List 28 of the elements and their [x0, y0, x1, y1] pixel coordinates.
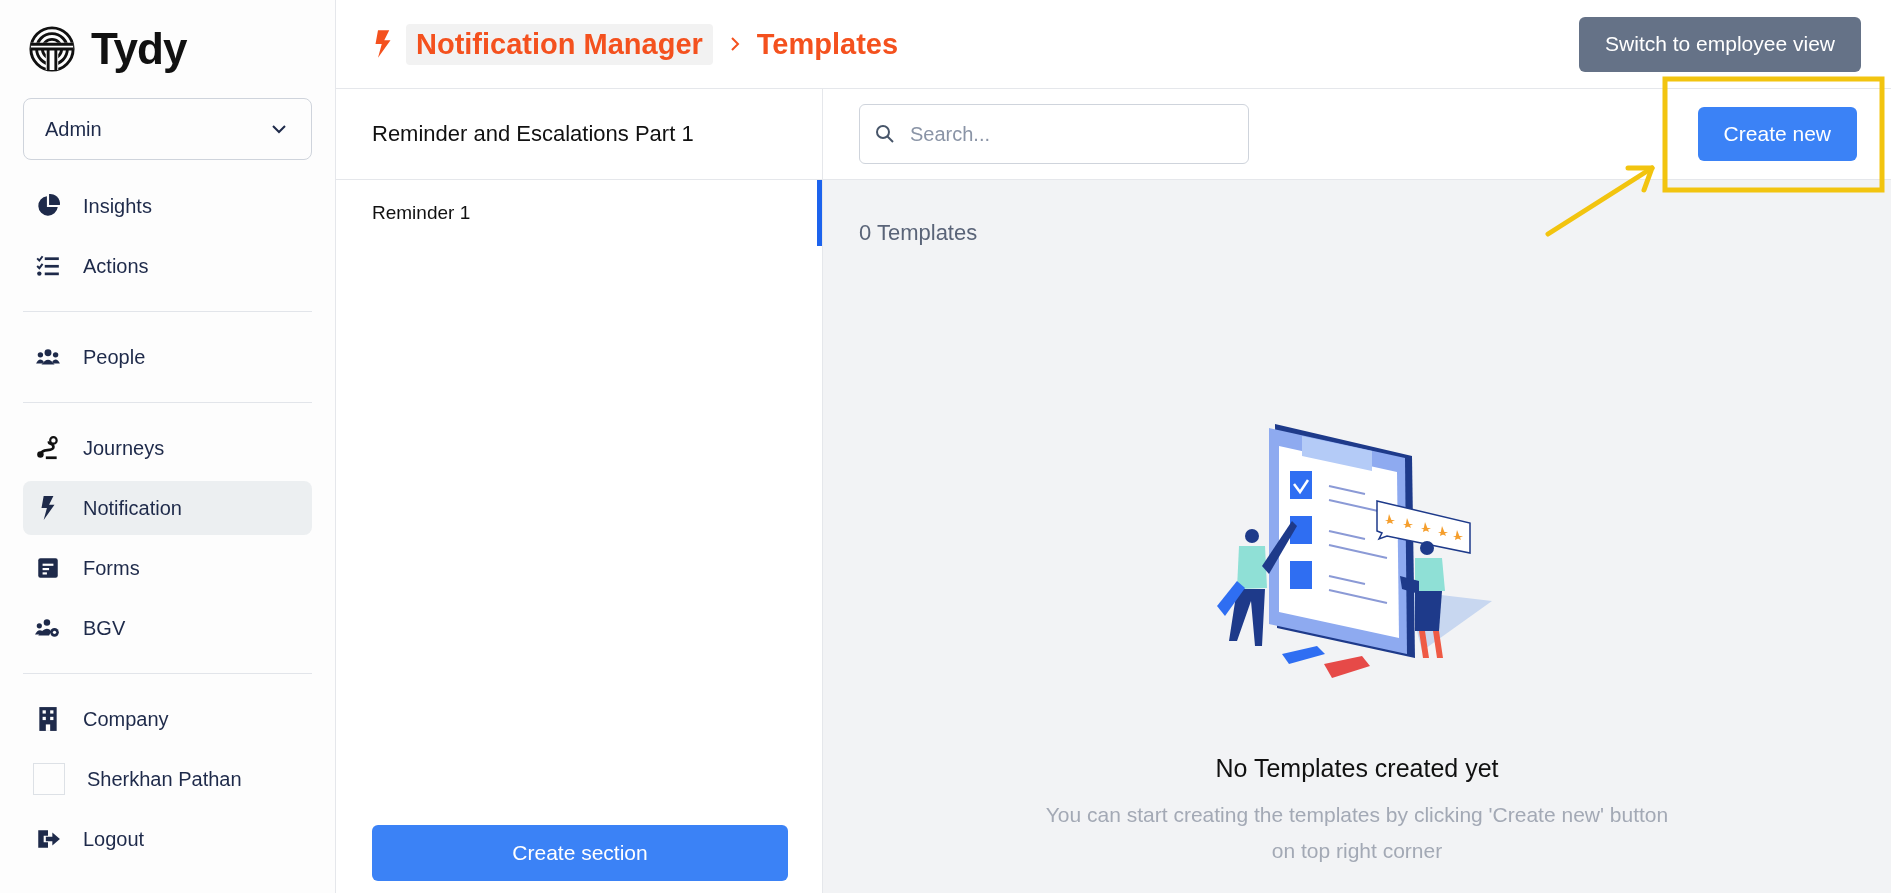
- sidebar-item[interactable]: Journeys: [23, 421, 312, 475]
- chevron-right-icon: [728, 36, 741, 52]
- create-section-button[interactable]: Create section: [372, 825, 788, 881]
- chevron-down-icon: [271, 124, 287, 134]
- sidebar-item[interactable]: Company: [23, 692, 312, 746]
- avatar: [33, 763, 65, 795]
- sidebar-item[interactable]: Insights: [23, 179, 312, 233]
- sidebar-item[interactable]: Logout: [23, 812, 312, 866]
- form-icon: [35, 555, 61, 581]
- section-title: Reminder and Escalations Part 1: [372, 121, 694, 147]
- create-new-button[interactable]: Create new: [1697, 107, 1857, 161]
- sidebar-item[interactable]: People: [23, 330, 312, 384]
- switch-view-button[interactable]: Switch to employee view: [1579, 16, 1861, 72]
- brand-name: Tydy: [91, 24, 187, 74]
- sidebar-item[interactable]: Actions: [23, 239, 312, 293]
- pie-chart-icon: [35, 193, 61, 219]
- page-title: Templates: [756, 27, 899, 61]
- template-count: 0 Templates: [859, 220, 978, 246]
- sidebar-item[interactable]: Notification: [23, 481, 312, 535]
- checklist-icon: [35, 253, 61, 279]
- sidebar-item[interactable]: BGV: [23, 601, 312, 655]
- sidebar-item[interactable]: Forms: [23, 541, 312, 595]
- sidebar-item[interactable]: Sherkhan Pathan: [23, 752, 312, 806]
- search-field[interactable]: Search...: [859, 104, 1249, 164]
- empty-state-text: You can start creating the templates by clicking 'Create new' button on top right corner: [1044, 802, 1670, 864]
- route-icon: [35, 435, 61, 461]
- empty-state-title: No Templates created yet: [1215, 754, 1499, 783]
- role-select[interactable]: Admin: [23, 98, 312, 160]
